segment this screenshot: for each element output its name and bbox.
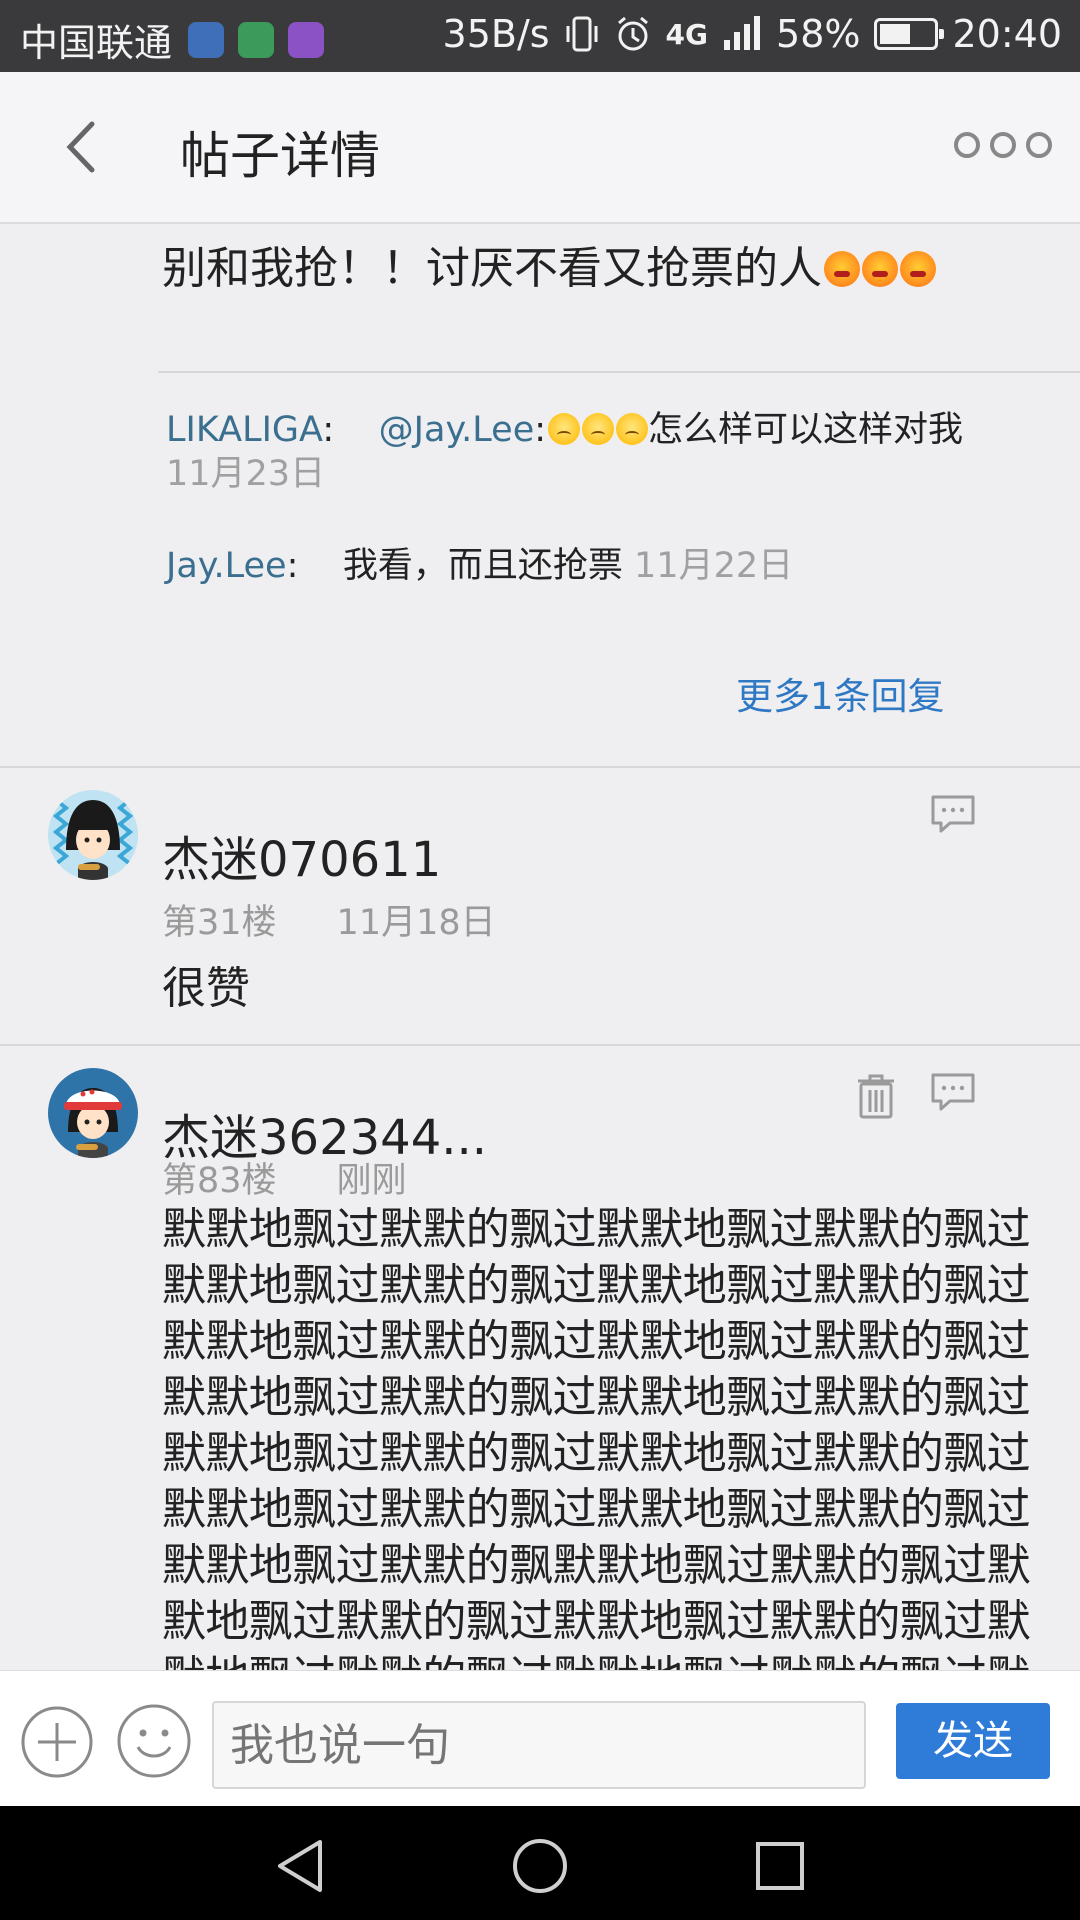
dot-icon: [990, 132, 1016, 158]
angry-emoji-icon: [824, 251, 860, 287]
sad-emoji-icon: [616, 413, 649, 445]
signal-icon: [724, 16, 761, 50]
network-speed: 35B/s: [442, 12, 550, 56]
reply-comment-icon[interactable]: [930, 1072, 976, 1112]
alarm-icon: [617, 16, 648, 51]
post-content: 默默地飘过默默的飘过默默地飘过默默的飘过默默地飘过默默的飘过默默地飘过默默的飘过…: [162, 1204, 1031, 1670]
nav-back-icon[interactable]: [270, 1836, 330, 1896]
dot-icon: [1026, 132, 1052, 158]
avatar[interactable]: [48, 790, 138, 880]
battery-icon: [874, 18, 945, 50]
user-avatar-icon: [48, 1068, 138, 1158]
page-title: 帖子详情: [180, 127, 380, 185]
reply-item[interactable]: Jay.Lee: 我看，而且还抢票 11月22日: [166, 544, 793, 588]
reply-text: 怎么样可以这样对我: [648, 410, 964, 450]
post-detail-content[interactable]: 别和我抢！！讨厌不看又抢票的人 LIKALIGA: @Jay.Lee: 怎么样可以…: [0, 226, 1080, 1670]
plus-icon[interactable]: [20, 1705, 94, 1779]
divider: [0, 766, 1080, 768]
more-options-button[interactable]: [944, 132, 1052, 158]
post-meta: 第83楼 刚刚: [162, 1152, 407, 1203]
reply-comment-icon[interactable]: [930, 794, 976, 834]
comment-text-body: 别和我抢！！讨厌不看又抢票的人: [162, 243, 822, 294]
user-avatar-icon: [48, 790, 138, 880]
health-app-icon: [188, 21, 225, 58]
reply-mention[interactable]: @Jay.Lee: [379, 410, 535, 450]
send-button[interactable]: 发送: [896, 1703, 1050, 1779]
reply-item[interactable]: LIKALIGA: @Jay.Lee: 怎么样可以这样对我 11月23日: [166, 408, 1026, 496]
sad-emoji-icon: [582, 413, 615, 445]
comment-input-bar: 发送: [0, 1670, 1080, 1806]
battery-percent: 58%: [776, 12, 861, 56]
post-date: 刚刚: [336, 1161, 407, 1201]
reply-date: 11月22日: [634, 546, 794, 586]
post-username[interactable]: 杰迷070611: [162, 820, 441, 890]
reply-author[interactable]: Jay.Lee: [166, 546, 287, 586]
reply-author[interactable]: LIKALIGA: [166, 410, 322, 450]
system-navigation-bar: [0, 1806, 1080, 1920]
carrier-label: 中国联通: [20, 21, 173, 65]
top-navigation-bar: 帖子详情: [0, 72, 1080, 224]
reply-date: 11月23日: [166, 454, 326, 494]
network-type: 4G: [665, 17, 709, 51]
status-bar: 中国联通 35B/s 4G 58% 20:40: [0, 0, 1080, 72]
reply-text: 我看，而且还抢票: [342, 546, 623, 586]
post-meta: 第31楼 11月18日: [162, 894, 496, 945]
clock: 20:40: [952, 12, 1062, 56]
nav-recents-icon[interactable]: [750, 1836, 810, 1896]
comment-input[interactable]: [212, 1701, 866, 1789]
floor-number: 第83楼: [162, 1161, 277, 1201]
gallery-app-icon: [288, 21, 325, 58]
sad-emoji-icon: [548, 413, 581, 445]
nav-home-icon[interactable]: [510, 1836, 570, 1896]
more-replies-link[interactable]: 更多1条回复: [736, 666, 945, 720]
dot-icon: [954, 132, 980, 158]
angry-emoji-icon: [862, 251, 898, 287]
avatar[interactable]: [48, 1068, 138, 1158]
divider: [158, 371, 1080, 373]
post-content: 很赞: [162, 963, 250, 1014]
chat-app-icon: [238, 21, 275, 58]
floor-number: 第31楼: [162, 903, 277, 943]
comment-text: 别和我抢！！讨厌不看又抢票的人: [162, 232, 936, 296]
divider: [0, 1044, 1080, 1046]
back-arrow-icon[interactable]: [48, 112, 118, 182]
emoji-icon[interactable]: [116, 1703, 192, 1779]
delete-trash-icon[interactable]: [854, 1072, 898, 1120]
post-date: 11月18日: [336, 903, 496, 943]
vibrate-icon: [566, 16, 598, 52]
angry-emoji-icon: [900, 251, 936, 287]
